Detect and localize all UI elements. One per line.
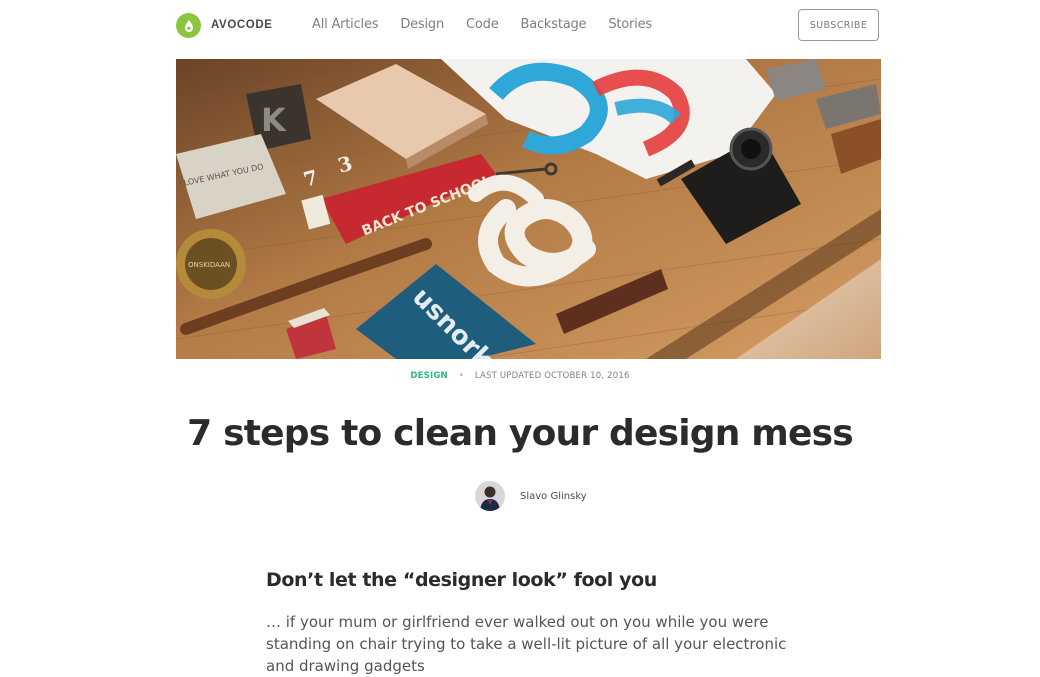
author-name[interactable]: Slavo Glinsky xyxy=(520,491,587,502)
nav-backstage[interactable]: Backstage xyxy=(521,17,587,32)
nav-stories[interactable]: Stories xyxy=(608,17,652,32)
avatar[interactable] xyxy=(475,481,505,511)
section-heading: Don’t let the “designer look” fool you xyxy=(266,569,657,591)
svg-text:K: K xyxy=(261,101,287,139)
article-paragraph: … if your mum or girlfriend ever walked … xyxy=(266,613,787,675)
author-byline[interactable]: Slavo Glinsky xyxy=(475,481,587,511)
subscribe-button[interactable]: SUBSCRIBE xyxy=(798,9,879,41)
nav-all-articles[interactable]: All Articles xyxy=(312,17,379,32)
category-link[interactable]: DESIGN xyxy=(410,371,447,381)
article-meta: DESIGN • LAST UPDATED OCTOBER 10, 2016 xyxy=(0,371,1040,381)
brand-name[interactable]: AVOCODE xyxy=(211,19,273,31)
article-title: 7 steps to clean your design mess xyxy=(187,413,854,454)
hero-image: K LOVE WHAT YOU DO 7 3 BACK TO SCHOOL ON… xyxy=(176,59,881,359)
last-updated: LAST UPDATED OCTOBER 10, 2016 xyxy=(474,371,630,381)
avocode-logo-icon[interactable] xyxy=(176,13,201,38)
meta-separator: • xyxy=(458,371,464,381)
stamp-text: ONSKIDAAN xyxy=(188,261,230,269)
main-nav: All Articles Design Code Backstage Stori… xyxy=(312,17,674,32)
nav-design[interactable]: Design xyxy=(400,17,444,32)
nav-code[interactable]: Code xyxy=(466,17,499,32)
